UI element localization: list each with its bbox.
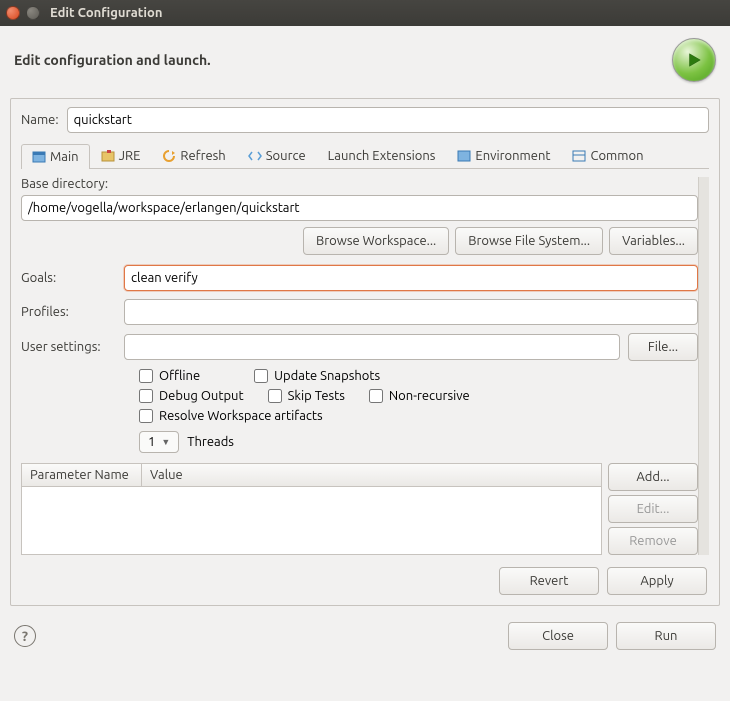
- common-tab-icon: [572, 149, 586, 163]
- chevron-down-icon: ▼: [161, 437, 170, 447]
- refresh-tab-icon: [162, 149, 176, 163]
- tab-jre[interactable]: JRE: [90, 143, 152, 168]
- window-titlebar: Edit Configuration: [0, 0, 730, 26]
- base-dir-input[interactable]: [21, 195, 698, 221]
- tab-main[interactable]: Main: [21, 144, 90, 169]
- edit-button[interactable]: Edit...: [608, 495, 698, 523]
- threads-spinner[interactable]: 1 ▼: [139, 431, 179, 453]
- panel-scrollbar[interactable]: [698, 177, 709, 555]
- revert-button[interactable]: Revert: [499, 567, 599, 595]
- profiles-input[interactable]: [124, 299, 698, 325]
- table-header-value: Value: [142, 464, 601, 486]
- profiles-label: Profiles:: [21, 305, 116, 319]
- skip-tests-checkbox[interactable]: Skip Tests: [268, 389, 345, 403]
- name-input[interactable]: [67, 107, 709, 133]
- base-dir-label: Base directory:: [21, 177, 698, 191]
- resolve-workspace-checkbox[interactable]: Resolve Workspace artifacts: [139, 409, 323, 423]
- window-minimize-icon[interactable]: [26, 6, 40, 20]
- tab-refresh[interactable]: Refresh: [151, 143, 236, 168]
- tab-launch-ext[interactable]: Launch Extensions: [317, 143, 447, 168]
- tab-common[interactable]: Common: [561, 143, 654, 168]
- tab-label: Common: [590, 149, 643, 163]
- tab-environment[interactable]: Environment: [446, 143, 561, 168]
- tab-label: Main: [50, 150, 79, 164]
- debug-output-checkbox[interactable]: Debug Output: [139, 389, 244, 403]
- tab-label: JRE: [119, 149, 141, 163]
- run-icon: [672, 38, 716, 82]
- variables-button[interactable]: Variables...: [609, 227, 698, 255]
- header-title: Edit configuration and launch.: [14, 52, 672, 68]
- table-body: [22, 487, 601, 549]
- file-button[interactable]: File...: [628, 333, 698, 361]
- tab-label: Source: [266, 149, 306, 163]
- environment-tab-icon: [457, 149, 471, 163]
- apply-button[interactable]: Apply: [607, 567, 707, 595]
- tab-bar: Main JRE Refresh Source Launch Extension…: [21, 143, 709, 169]
- user-settings-input[interactable]: [124, 334, 620, 360]
- run-button[interactable]: Run: [616, 622, 716, 650]
- tab-source[interactable]: Source: [237, 143, 317, 168]
- non-recursive-checkbox[interactable]: Non-recursive: [369, 389, 470, 403]
- user-settings-label: User settings:: [21, 340, 116, 354]
- browse-workspace-button[interactable]: Browse Workspace...: [303, 227, 449, 255]
- window-close-icon[interactable]: [6, 6, 20, 20]
- help-icon[interactable]: ?: [14, 625, 36, 647]
- goals-input[interactable]: [124, 265, 698, 291]
- source-tab-icon: [248, 149, 262, 163]
- jre-tab-icon: [101, 149, 115, 163]
- browse-filesystem-button[interactable]: Browse File System...: [455, 227, 603, 255]
- close-button[interactable]: Close: [508, 622, 608, 650]
- table-header-name: Parameter Name: [22, 464, 142, 486]
- window-title: Edit Configuration: [50, 6, 162, 20]
- tab-label: Environment: [475, 149, 550, 163]
- name-label: Name:: [21, 113, 59, 127]
- tab-label: Refresh: [180, 149, 225, 163]
- update-snapshots-checkbox[interactable]: Update Snapshots: [254, 369, 380, 383]
- main-tab-icon: [32, 150, 46, 164]
- dialog-header: Edit configuration and launch.: [0, 26, 730, 92]
- add-button[interactable]: Add...: [608, 463, 698, 491]
- tab-label: Launch Extensions: [328, 149, 436, 163]
- parameters-table[interactable]: Parameter Name Value: [21, 463, 602, 555]
- offline-checkbox[interactable]: Offline: [139, 369, 200, 383]
- threads-label: Threads: [187, 435, 234, 449]
- goals-label: Goals:: [21, 271, 116, 285]
- config-panel: Name: Main JRE Refresh Source Launch Ext…: [10, 98, 720, 606]
- remove-button[interactable]: Remove: [608, 527, 698, 555]
